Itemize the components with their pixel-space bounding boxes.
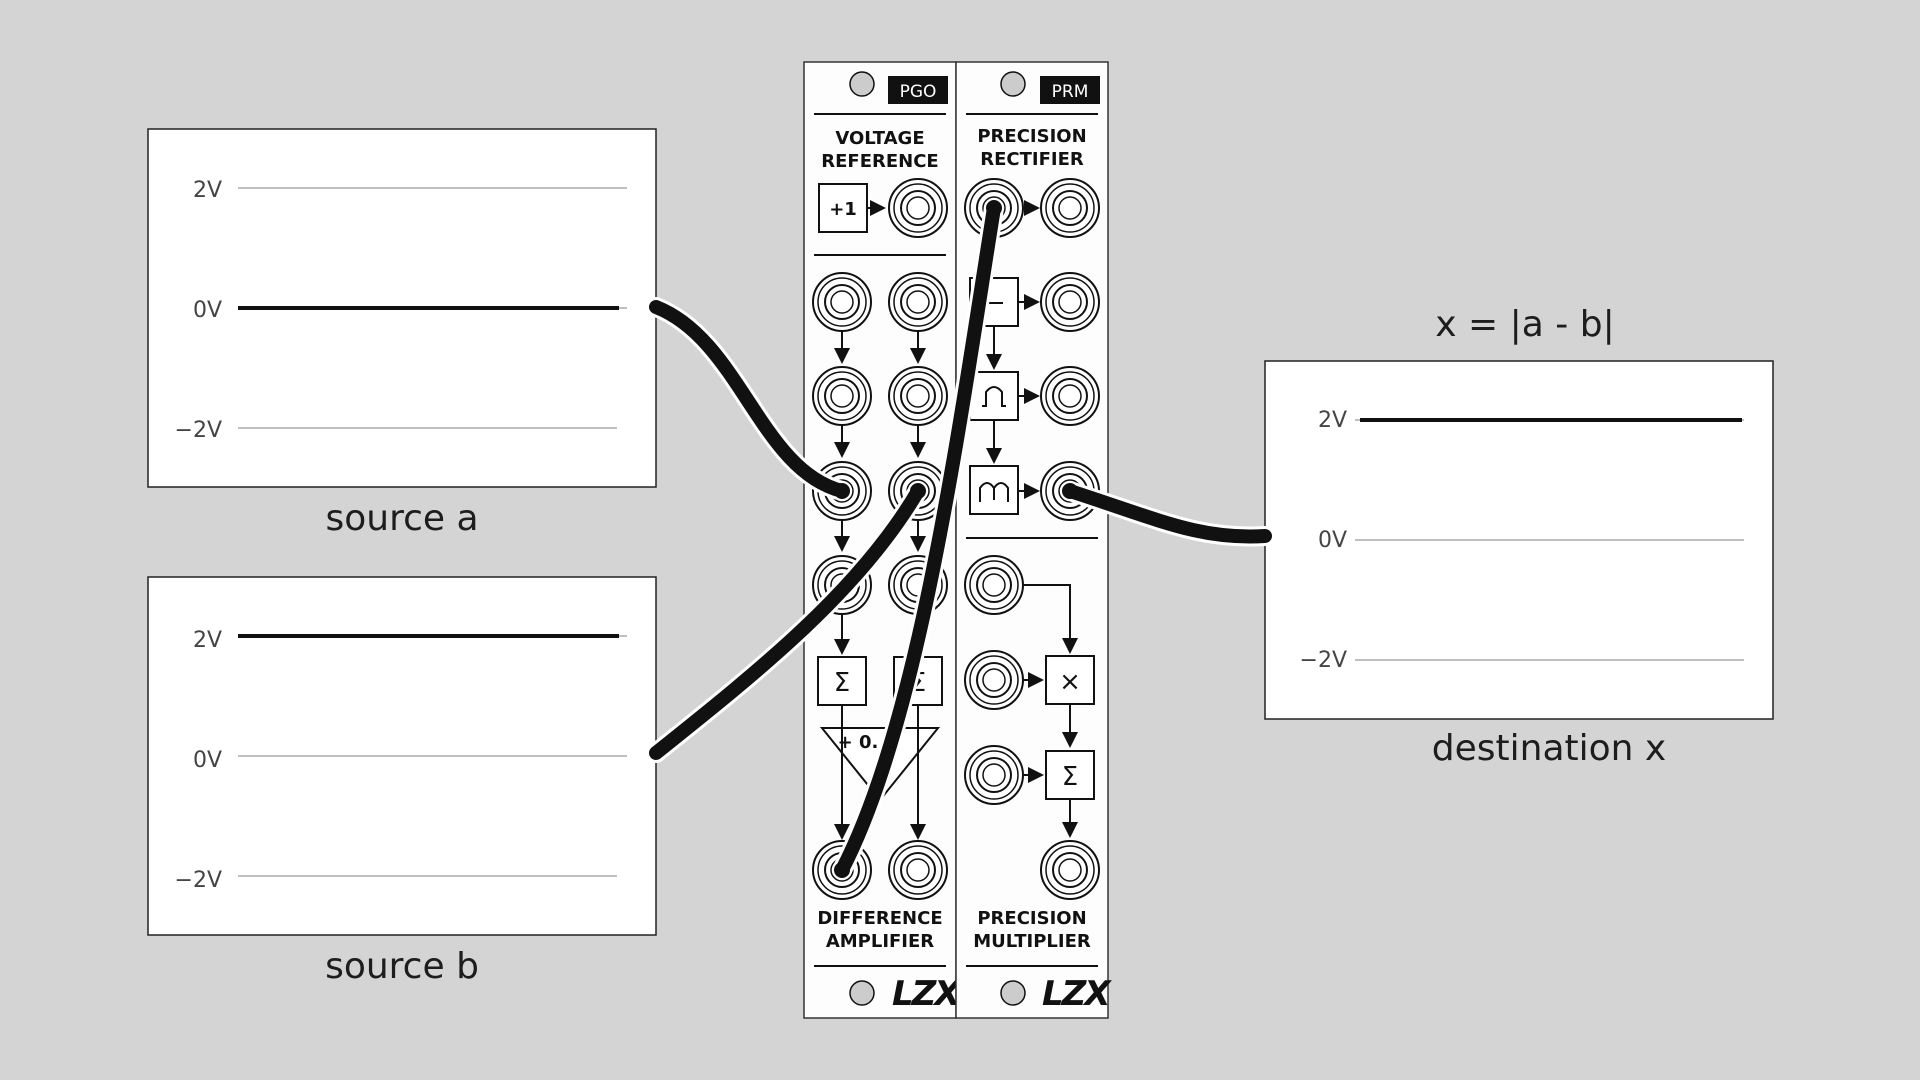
section-title: PRECISION xyxy=(977,908,1086,929)
scope-caption: destination x xyxy=(1432,728,1666,769)
axis-label-0v: 0V xyxy=(193,298,222,323)
reference-label: +1 xyxy=(829,199,857,220)
mounting-screw xyxy=(849,980,875,1006)
jack-negative-out[interactable] xyxy=(1040,272,1100,332)
axis-label-0v: 0V xyxy=(193,748,222,773)
mounting-screw xyxy=(1000,71,1026,97)
gain-label: + 0. xyxy=(838,732,879,753)
axis-label-2v: 2V xyxy=(193,628,222,653)
section-title: RECTIFIER xyxy=(980,149,1084,170)
module-badge-label: PRM xyxy=(1052,82,1089,102)
axis-label-2v: 2V xyxy=(193,178,222,203)
brand-logo: LZX xyxy=(1042,974,1112,1014)
jack-multiplier-in-a[interactable] xyxy=(964,555,1024,615)
section-title: AMPLIFIER xyxy=(826,931,934,952)
jack-input-a1[interactable] xyxy=(812,272,872,332)
jack-reference-out[interactable] xyxy=(888,178,948,238)
section-title: DIFFERENCE xyxy=(817,908,942,929)
multiply-symbol: × xyxy=(1059,667,1081,697)
axis-label-minus2v: −2V xyxy=(1300,648,1347,673)
axis-label-2v: 2V xyxy=(1318,408,1347,433)
plug-tip xyxy=(910,483,926,499)
jack-input-b2[interactable] xyxy=(888,366,948,426)
brand-logo: LZX xyxy=(892,974,962,1014)
section-title: PRECISION xyxy=(977,126,1086,147)
axis-label-minus2v: −2V xyxy=(175,418,222,443)
plug-tip xyxy=(834,483,850,499)
patch-diagram: 2V 0V −2V source a 2V 0V −2V source b x … xyxy=(147,61,1774,1019)
plug-tip xyxy=(1062,483,1078,499)
section-title: VOLTAGE xyxy=(835,128,924,149)
formula-label: x = |a - b| xyxy=(1435,304,1614,345)
sum-symbol: Σ xyxy=(1062,762,1078,792)
scope-source-b: 2V 0V −2V source b xyxy=(147,576,657,987)
sum-symbol: Σ xyxy=(834,668,850,698)
jack-multiplier-in-c[interactable] xyxy=(964,745,1024,805)
jack-input-b1[interactable] xyxy=(888,272,948,332)
scope-caption: source b xyxy=(325,946,479,987)
section-title: REFERENCE xyxy=(821,151,938,172)
scope-destination-x: x = |a - b| 2V 0V −2V destination x xyxy=(1264,304,1774,769)
jack-rectifier-out[interactable] xyxy=(1040,178,1100,238)
mounting-screw xyxy=(1000,980,1026,1006)
jack-output-2[interactable] xyxy=(888,840,948,900)
axis-label-0v: 0V xyxy=(1318,528,1347,553)
jack-multiplier-out[interactable] xyxy=(1040,840,1100,900)
scope-source-a: 2V 0V −2V source a xyxy=(147,128,657,539)
jack-multiplier-in-b[interactable] xyxy=(964,650,1024,710)
section-title: MULTIPLIER xyxy=(973,931,1091,952)
plug-tip xyxy=(986,200,1002,216)
axis-label-minus2v: −2V xyxy=(175,868,222,893)
jack-half-wave-out[interactable] xyxy=(1040,366,1100,426)
scope-caption: source a xyxy=(325,498,478,539)
module-badge-label: PGO xyxy=(900,82,937,102)
module-prm: PRM PRECISION RECTIFIER × Σ PRECISION MU… xyxy=(955,61,1114,1019)
plug-tip xyxy=(834,862,850,878)
mounting-screw xyxy=(849,71,875,97)
rectifier-box-half xyxy=(969,371,1019,421)
jack-input-a2[interactable] xyxy=(812,366,872,426)
